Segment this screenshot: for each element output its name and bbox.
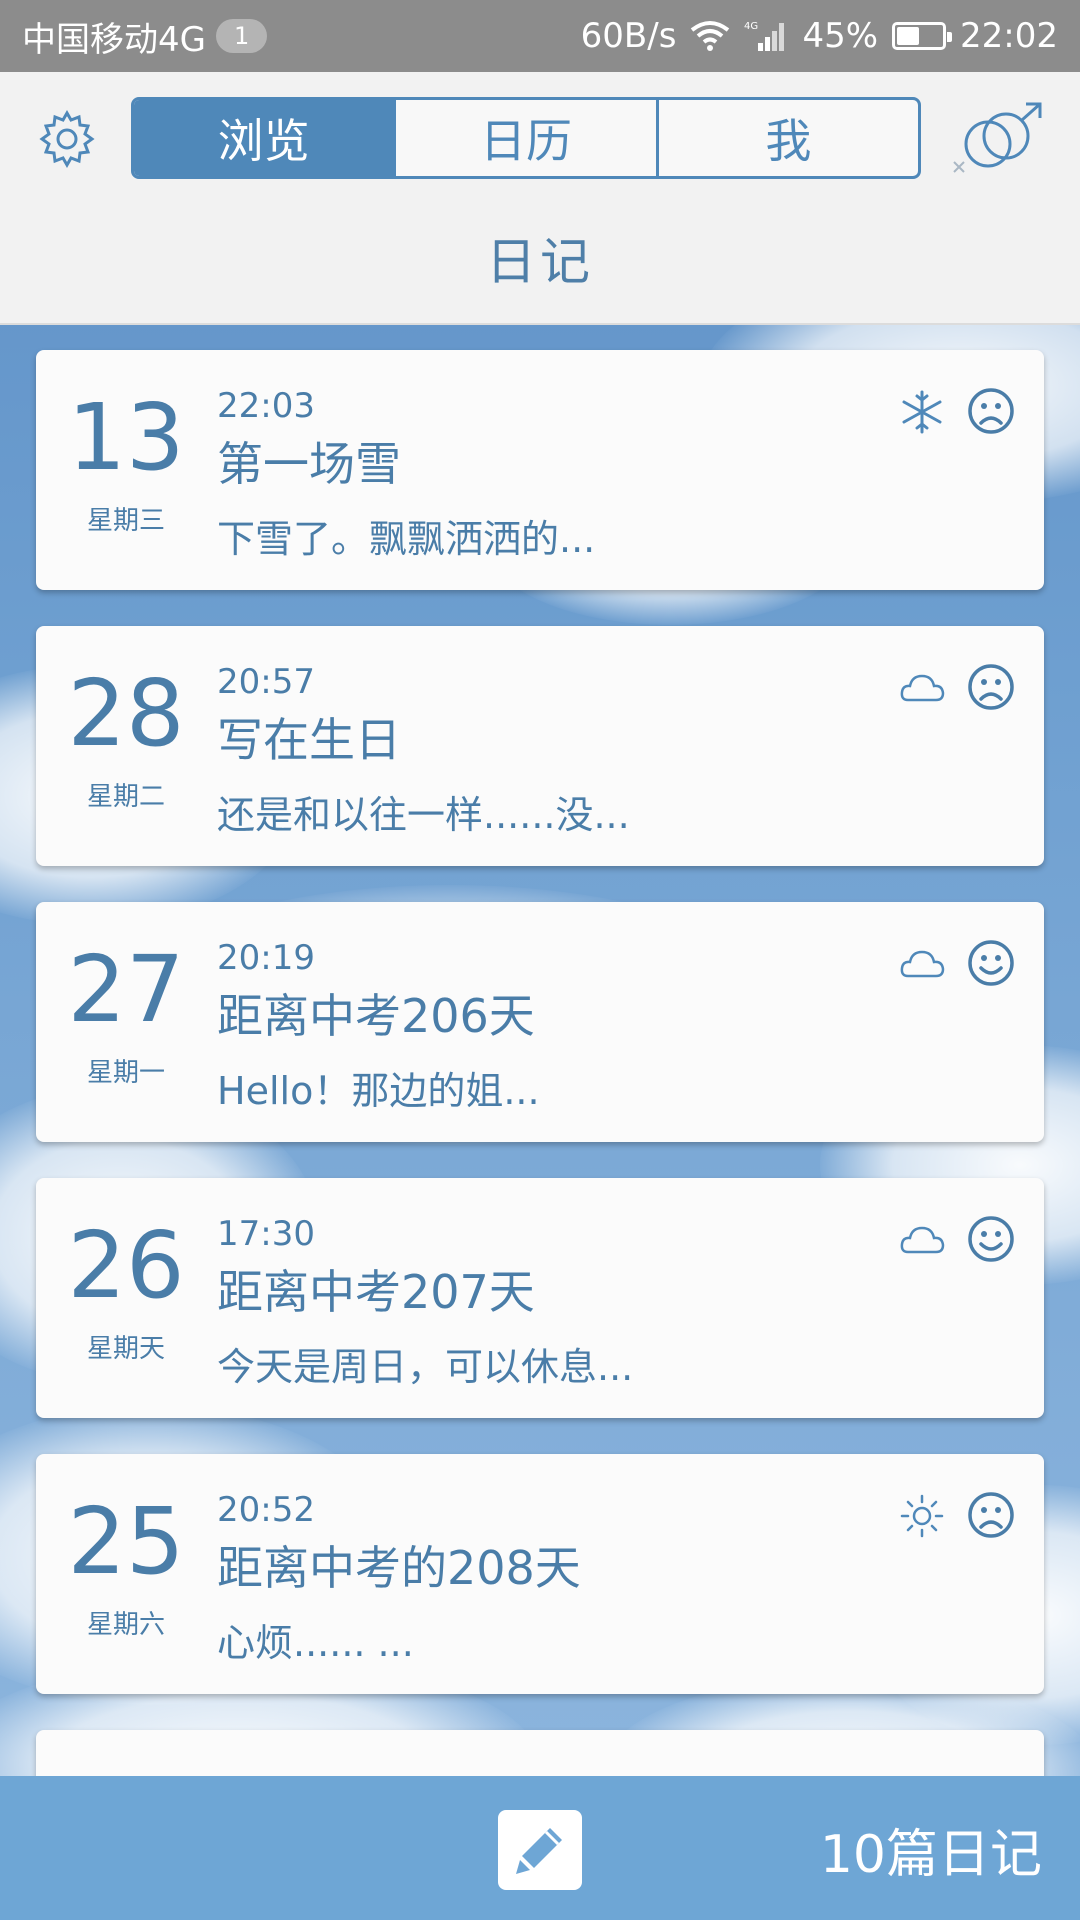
gender-button[interactable] (948, 102, 1048, 182)
happy-face-icon (968, 1216, 1014, 1262)
carrier-label: 中国移动4G (22, 19, 206, 60)
cloud-icon (900, 950, 945, 978)
sim-badge: 1 (215, 19, 268, 53)
signal-icon: 4G (744, 21, 785, 51)
entry-time: 20:57 (217, 662, 315, 702)
entry-day: 28 (67, 660, 185, 767)
entry-preview: 心烦...... ... (217, 1621, 414, 1665)
happy-face-icon (968, 940, 1014, 986)
entry-day: 27 (67, 936, 185, 1043)
entry-day: 26 (67, 1212, 185, 1319)
entry-weekday: 星期天 (86, 1334, 165, 1364)
entry-preview: Hello！那边的姐... (217, 1069, 540, 1113)
network-speed: 60B/s (580, 16, 677, 56)
entry-time: 20:52 (217, 1490, 315, 1530)
entry-title: 距离中考207天 (217, 1265, 535, 1319)
app-screen: 中国移动4G 1 60B/s 4G 45% 22:02 浏览 日历 我 日记 1… (0, 0, 1080, 1920)
diary-entry-card[interactable]: 13 星期三 22:03 第一场雪 下雪了。飘飘洒洒的... (36, 350, 1044, 590)
diary-entry-card[interactable]: 27 星期一 20:19 距离中考206天 Hello！那边的姐... (36, 902, 1044, 1142)
entry-weekday: 星期二 (86, 782, 165, 812)
tab-me[interactable]: 我 (659, 100, 918, 176)
entry-preview: 下雪了。飘飘洒洒的... (217, 517, 596, 561)
entry-preview: 今天是周日，可以休息... (217, 1345, 634, 1389)
top-header: 浏览 日历 我 日记 (0, 72, 1080, 325)
gear-icon (39, 109, 95, 169)
entry-day: 13 (67, 384, 185, 491)
sad-face-icon (968, 388, 1014, 434)
sad-face-icon (968, 1492, 1014, 1538)
wifi-icon (691, 21, 730, 51)
diary-entry-card[interactable]: 25 星期六 20:52 距离中考的208天 心烦...... ... (36, 1454, 1044, 1694)
entry-title: 写在生日 (217, 713, 401, 767)
view-tabs: 浏览 日历 我 (131, 97, 921, 179)
page-title: 日记 (486, 233, 594, 291)
diary-entry-card[interactable]: 28 星期二 20:57 写在生日 还是和以往一样......没... (36, 626, 1044, 866)
status-bar: 中国移动4G 1 60B/s 4G 45% 22:02 (0, 0, 1080, 72)
entry-time: 22:03 (217, 386, 315, 426)
diary-list: 13 星期三 22:03 第一场雪 下雪了。飘飘洒洒的... 28 星期二 20… (36, 350, 1044, 1920)
entry-weekday: 星期六 (86, 1610, 165, 1640)
clock: 22:02 (960, 16, 1058, 56)
entry-time: 17:30 (217, 1214, 315, 1254)
entry-day: 25 (67, 1488, 185, 1595)
cloud-icon (900, 674, 945, 702)
diary-count: 10篇日记 (819, 1825, 1042, 1885)
settings-button[interactable] (34, 107, 100, 173)
sun-icon (900, 1494, 944, 1538)
tab-calendar[interactable]: 日历 (396, 100, 659, 176)
entry-time: 20:19 (217, 938, 315, 978)
sad-face-icon (968, 664, 1014, 710)
entry-title: 距离中考的208天 (217, 1541, 581, 1595)
entry-title: 第一场雪 (217, 437, 401, 491)
tab-browse[interactable]: 浏览 (134, 100, 397, 176)
bottom-bar: 10篇日记 (0, 1776, 1080, 1920)
svg-text:4G: 4G (744, 21, 758, 32)
entry-preview: 还是和以往一样......没... (217, 793, 630, 837)
diary-entry-card[interactable]: 26 星期天 17:30 距离中考207天 今天是周日，可以休息... (36, 1178, 1044, 1418)
entry-title: 距离中考206天 (217, 989, 535, 1043)
pencil-icon (516, 1828, 562, 1874)
gender-icon (953, 102, 1042, 173)
battery-percent: 45% (802, 16, 879, 56)
entry-weekday: 星期一 (86, 1058, 165, 1088)
cloud-icon (900, 1226, 945, 1254)
entry-weekday: 星期三 (86, 506, 165, 536)
compose-button[interactable] (498, 1810, 582, 1890)
battery-icon (892, 22, 953, 50)
snowflake-icon (902, 390, 942, 434)
